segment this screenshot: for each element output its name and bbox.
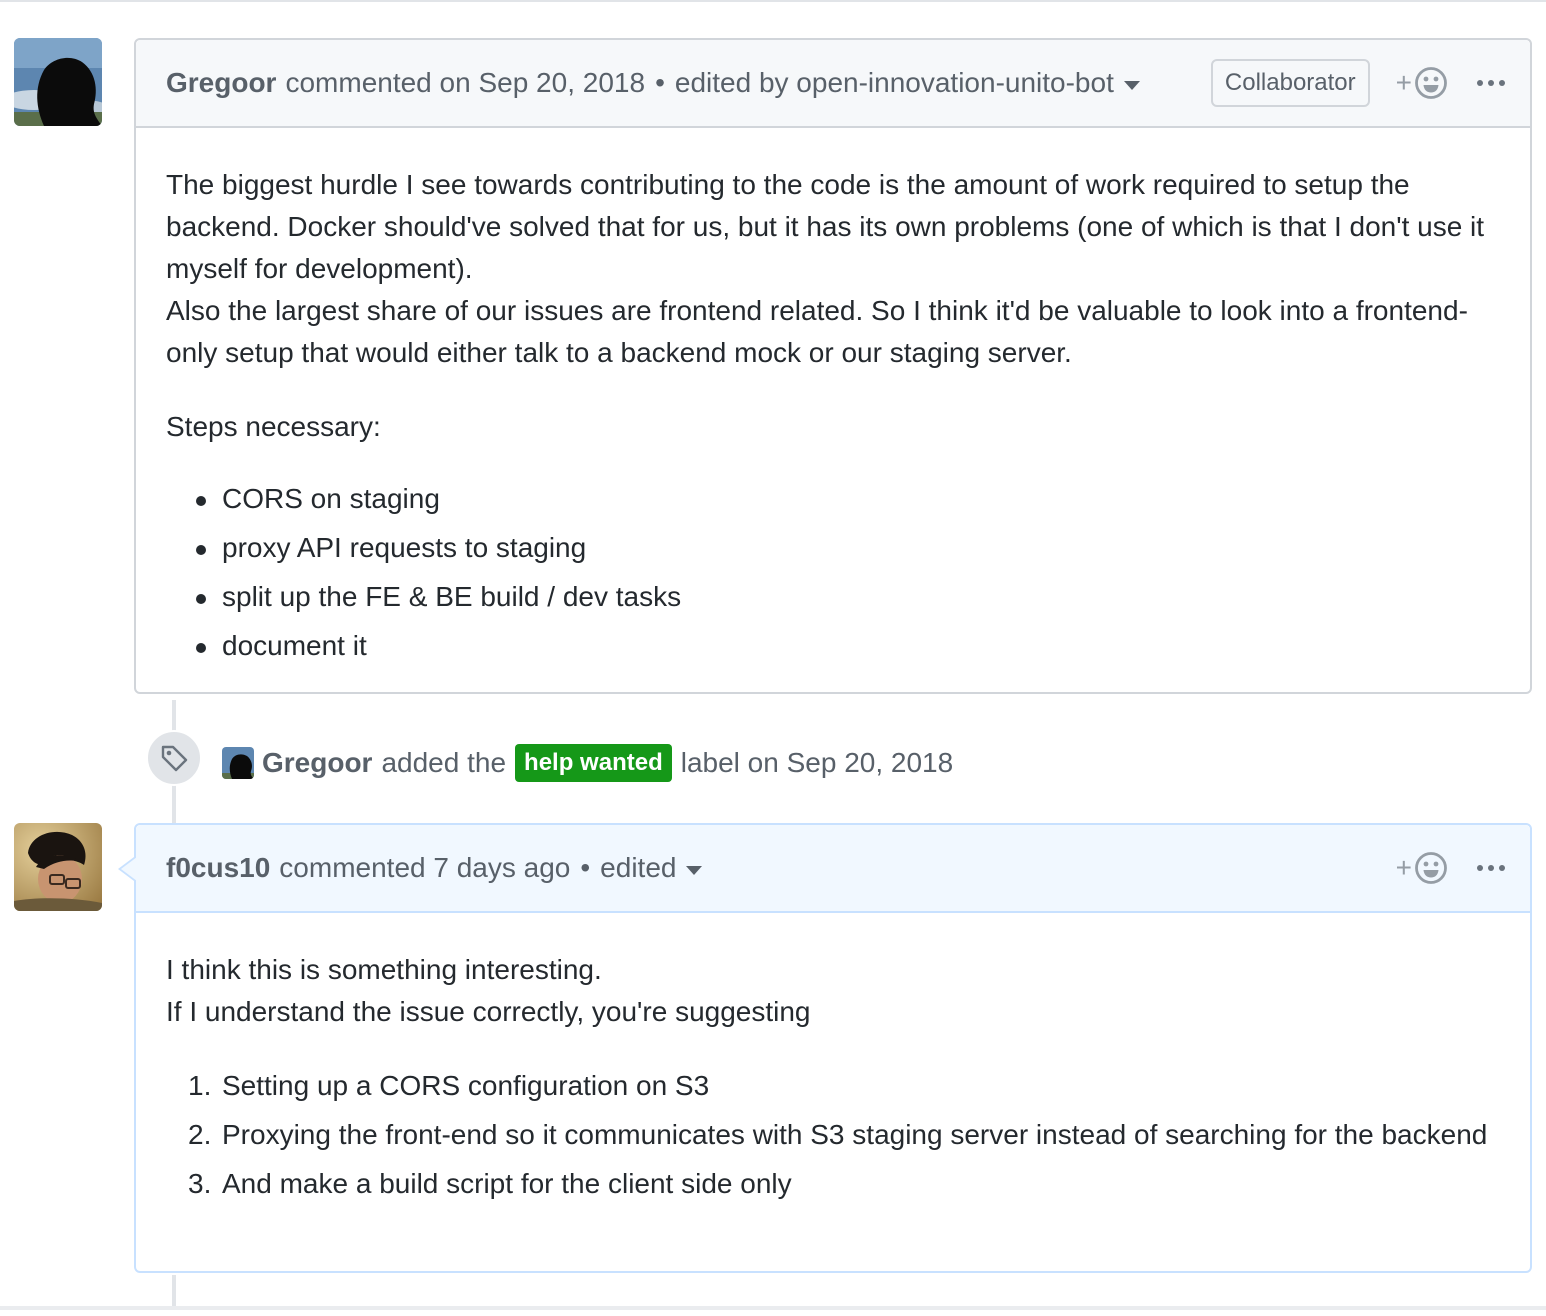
comment-body: The biggest hurdle I see towards contrib… (136, 128, 1530, 667)
chevron-down-icon[interactable] (1123, 80, 1140, 90)
steps-list: 1. Setting up a CORS configuration on S3 … (166, 1065, 1500, 1205)
comment-header: Gregoor commented on Sep 20, 2018 • edit… (136, 40, 1530, 128)
list-item-text: And make a build script for the client s… (222, 1168, 792, 1199)
comment-paragraph: The biggest hurdle I see towards contrib… (166, 169, 1485, 284)
event-actor[interactable]: Gregoor (262, 747, 372, 779)
add-reaction-button[interactable]: + (1396, 66, 1448, 100)
comment-header-text: Gregoor commented on Sep 20, 2018 • edit… (166, 67, 1140, 99)
smiley-icon (1415, 67, 1447, 99)
more-options-button[interactable] (1476, 78, 1506, 88)
edited-dropdown[interactable]: edited by open-innovation-unito-bot (675, 67, 1114, 99)
comment-author[interactable]: f0cus10 (166, 852, 270, 884)
comment-body: I think this is something interesting. I… (136, 913, 1530, 1205)
plus-icon: + (1395, 67, 1412, 98)
edited-dropdown[interactable]: edited (600, 852, 676, 884)
list-item-text: Setting up a CORS configuration on S3 (222, 1070, 710, 1101)
comment-timestamp[interactable]: commented on Sep 20, 2018 (285, 67, 645, 99)
kebab-horizontal-icon (1477, 865, 1505, 871)
timeline-line (172, 1275, 176, 1307)
separator: • (655, 67, 665, 98)
list-item: 1. Setting up a CORS configuration on S3 (188, 1065, 1500, 1107)
kebab-horizontal-icon (1477, 80, 1505, 86)
avatar[interactable] (14, 38, 102, 126)
top-divider (0, 0, 1546, 2)
list-item: CORS on staging (196, 478, 1500, 520)
label-event: Gregoor added the help wanted label on S… (222, 740, 953, 786)
comment-paragraph: Also the largest share of our issues are… (166, 295, 1468, 368)
list-item: split up the FE & BE build / dev tasks (196, 576, 1500, 618)
list-number: 2. (188, 1119, 212, 1150)
comment-author[interactable]: Gregoor (166, 67, 276, 99)
list-item: 2. Proxying the front-end so it communica… (188, 1114, 1500, 1156)
bottom-divider (0, 1306, 1546, 1310)
comment: Gregoor commented on Sep 20, 2018 • edit… (134, 38, 1532, 694)
plus-icon: + (1395, 852, 1412, 883)
event-suffix[interactable]: label on Sep 20, 2018 (681, 747, 953, 779)
comment-paragraph: Steps necessary: (166, 411, 381, 442)
list-number: 1. (188, 1070, 212, 1101)
comment-paragraph: If I understand the issue correctly, you… (166, 996, 811, 1027)
collaborator-badge: Collaborator (1210, 59, 1370, 107)
comment: f0cus10 commented 7 days ago • edited + (118, 823, 1532, 1273)
list-item-text: Proxying the front-end so it communicate… (222, 1119, 1488, 1150)
comment-paragraph: I think this is something interesting. (166, 954, 602, 985)
comment-header-text: f0cus10 commented 7 days ago • edited (166, 852, 703, 884)
tag-icon (161, 745, 188, 772)
list-item: proxy API requests to staging (196, 527, 1500, 569)
separator: • (580, 852, 591, 883)
steps-list: CORS on staging proxy API requests to st… (166, 478, 1500, 667)
avatar[interactable] (222, 747, 254, 779)
comment-timestamp[interactable]: commented 7 days ago (279, 852, 570, 884)
event-badge (146, 730, 202, 786)
list-item: 3. And make a build script for the client… (188, 1163, 1500, 1205)
list-item: document it (196, 625, 1500, 667)
avatar[interactable] (14, 823, 102, 911)
smiley-icon (1415, 852, 1447, 884)
add-reaction-button[interactable]: + (1396, 851, 1448, 885)
more-options-button[interactable] (1476, 863, 1506, 873)
label-help-wanted[interactable]: help wanted (515, 744, 672, 782)
chevron-down-icon[interactable] (686, 865, 703, 875)
event-action: added the (381, 747, 507, 778)
comment-header: f0cus10 commented 7 days ago • edited + (118, 825, 1530, 913)
list-number: 3. (188, 1168, 212, 1199)
